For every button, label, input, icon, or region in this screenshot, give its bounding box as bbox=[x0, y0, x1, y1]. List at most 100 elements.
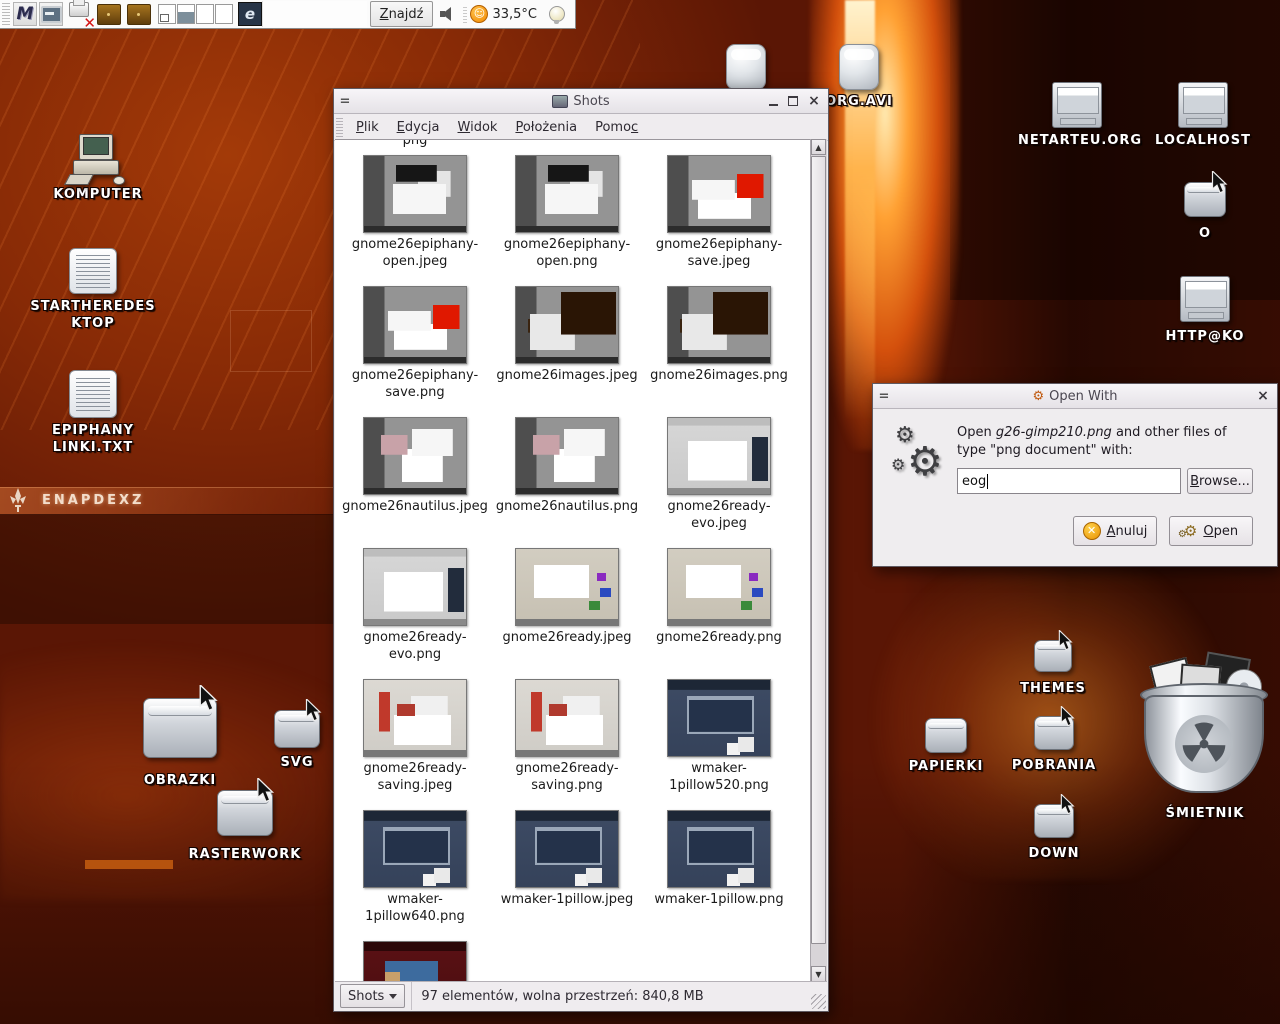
desktop-icon-epiphany-linki[interactable]: EPIPHANY LINKI.TXT bbox=[38, 370, 148, 456]
file-item[interactable]: gnome26epiphany-save.jpeg bbox=[643, 153, 795, 284]
desktop-icon-o[interactable]: O bbox=[1172, 182, 1238, 242]
file-thumbnail[interactable] bbox=[667, 155, 771, 233]
file-item[interactable]: gnome26images.png bbox=[643, 284, 795, 415]
find-button[interactable]: Znajdź bbox=[370, 1, 434, 27]
desktop-icon-rasterwork[interactable]: RASTERWORK bbox=[185, 790, 305, 863]
desktop-icon-cube-left[interactable] bbox=[726, 44, 766, 90]
desktop-icon-down[interactable]: DOWN bbox=[1012, 804, 1096, 862]
desktop-icon-papierki[interactable]: PAPIERKI bbox=[900, 718, 992, 775]
menu-polozenia[interactable]: Położenia bbox=[506, 117, 586, 138]
lightbulb-icon[interactable] bbox=[549, 6, 565, 22]
file-item[interactable]: gnome26epiphany-open.jpeg bbox=[339, 153, 491, 284]
panel-drag-handle[interactable] bbox=[2, 3, 10, 25]
weather-smiley-icon[interactable]: ☺ bbox=[470, 5, 488, 23]
drawer-applet-1[interactable] bbox=[97, 4, 121, 25]
desktop-icon-httpko[interactable]: HTTP@KO bbox=[1150, 276, 1260, 345]
desktop-icon-trash[interactable]: ŚMIETNIK bbox=[1138, 655, 1272, 822]
epiphany-launcher[interactable]: e bbox=[238, 2, 262, 26]
close-button[interactable]: × bbox=[1257, 389, 1269, 403]
desktop-icon-starthere[interactable]: STARTHEREDES KTOP bbox=[28, 248, 158, 332]
shots-window-icon bbox=[552, 95, 568, 108]
scrollbar-thumb[interactable] bbox=[811, 156, 826, 944]
file-thumbnail[interactable] bbox=[363, 810, 467, 888]
close-button[interactable]: × bbox=[808, 94, 820, 108]
app-launcher-m[interactable]: M bbox=[13, 2, 37, 26]
scroll-up-button[interactable]: ▲ bbox=[811, 139, 826, 155]
menu-pomoc[interactable]: Pomoc bbox=[586, 117, 647, 138]
file-item[interactable]: gnome26nautilus.png bbox=[491, 415, 643, 546]
desktop-icon-themes[interactable]: THEMES bbox=[1008, 640, 1098, 697]
file-thumbnail[interactable] bbox=[515, 679, 619, 757]
file-thumbnail[interactable] bbox=[515, 810, 619, 888]
window-menu-button[interactable]: = bbox=[873, 389, 895, 404]
file-thumbnail[interactable] bbox=[667, 286, 771, 364]
file-thumbnail[interactable] bbox=[515, 286, 619, 364]
browse-button[interactable]: Browse... bbox=[1187, 468, 1253, 494]
maximize-button[interactable] bbox=[788, 96, 798, 106]
file-item[interactable]: gnome26ready-saving.jpeg bbox=[339, 677, 491, 808]
location-dropdown[interactable]: Shots bbox=[340, 984, 405, 1008]
file-thumbnail[interactable] bbox=[363, 679, 467, 757]
file-thumbnail[interactable] bbox=[667, 548, 771, 626]
file-item[interactable]: wmaker-1pillow.png bbox=[643, 808, 795, 939]
file-thumbnail[interactable] bbox=[667, 417, 771, 495]
menu-edycja[interactable]: Edycja bbox=[388, 117, 449, 138]
file-thumbnail[interactable] bbox=[515, 155, 619, 233]
file-item[interactable]: gnome26nautilus.jpeg bbox=[339, 415, 491, 546]
desktop-icon-komputer[interactable]: KOMPUTER bbox=[48, 134, 148, 203]
desktop-icon-localhost[interactable]: LOCALHOST bbox=[1148, 82, 1258, 149]
file-name: gnome26ready.png bbox=[645, 629, 793, 646]
desktop-icon-obrazki[interactable]: OBRAZKI bbox=[120, 698, 240, 789]
drawer-applet-2[interactable] bbox=[127, 4, 151, 25]
desktop-icon-netart[interactable]: NETARTEU.ORG bbox=[1018, 82, 1136, 149]
file-thumbnail[interactable] bbox=[363, 417, 467, 495]
file-item[interactable]: gnome26epiphany-open.png bbox=[491, 153, 643, 284]
file-thumbnail[interactable] bbox=[363, 941, 467, 982]
minimize-button[interactable] bbox=[769, 96, 778, 106]
clipped-row-label: png bbox=[339, 140, 797, 153]
file-item[interactable]: gnome26ready.png bbox=[643, 546, 795, 677]
workspace-4[interactable] bbox=[215, 4, 233, 24]
desktop-icon-pobrania[interactable]: POBRANIA bbox=[1006, 716, 1102, 774]
file-item[interactable]: gnome26images.jpeg bbox=[491, 284, 643, 415]
menubar-grip[interactable] bbox=[336, 117, 343, 137]
file-thumbnail[interactable] bbox=[667, 679, 771, 757]
file-item[interactable]: gnome26ready.jpeg bbox=[491, 546, 643, 677]
file-item[interactable]: gnome26epiphany-save.png bbox=[339, 284, 491, 415]
terminal-launcher[interactable] bbox=[39, 2, 63, 26]
file-view[interactable]: png gnome26epiphany-open.jpeg gnome26epi… bbox=[335, 139, 827, 982]
workspace-1[interactable] bbox=[158, 4, 176, 24]
file-thumbnail[interactable] bbox=[515, 548, 619, 626]
file-thumbnail[interactable] bbox=[363, 286, 467, 364]
application-input[interactable]: eog bbox=[957, 468, 1181, 494]
printer-applet[interactable]: ✕ bbox=[66, 2, 92, 26]
file-thumbnail[interactable] bbox=[363, 155, 467, 233]
file-thumbnail[interactable] bbox=[363, 548, 467, 626]
shots-titlebar[interactable]: = Shots × bbox=[334, 89, 828, 114]
menu-widok[interactable]: Widok bbox=[449, 117, 507, 138]
file-thumbnail[interactable] bbox=[515, 417, 619, 495]
file-name: gnome26epiphany-save.png bbox=[341, 367, 489, 401]
open-button[interactable]: ⚙ Open bbox=[1169, 516, 1253, 546]
banner-label: ENAPDEXZ bbox=[42, 493, 144, 508]
desktop-icon-org-avi[interactable]: ORG.AVI bbox=[820, 44, 898, 110]
file-thumbnail[interactable] bbox=[667, 810, 771, 888]
file-item[interactable]: wmaker-1pillow.jpeg bbox=[491, 808, 643, 939]
file-item[interactable]: gnome26ready-saving.png bbox=[491, 677, 643, 808]
dialog-titlebar[interactable]: = ⚙ Open With × bbox=[873, 384, 1277, 409]
vertical-scrollbar[interactable]: ▲ ▼ bbox=[810, 139, 827, 982]
scroll-down-button[interactable]: ▼ bbox=[811, 966, 826, 982]
volume-icon[interactable] bbox=[440, 7, 456, 21]
window-menu-button[interactable]: = bbox=[334, 94, 356, 109]
file-item[interactable]: wmaker-1pillow640.png bbox=[339, 808, 491, 939]
menu-plik[interactable]: Plik bbox=[347, 117, 388, 138]
file-item[interactable]: wmaker-1pillow520.png bbox=[643, 677, 795, 808]
file-item[interactable]: gnome26ready-evo.png bbox=[339, 546, 491, 677]
file-item-partial[interactable] bbox=[339, 939, 491, 982]
file-item[interactable]: gnome26ready-evo.jpeg bbox=[643, 415, 795, 546]
cancel-button[interactable]: ✕ Anuluj bbox=[1073, 516, 1157, 546]
desktop-icon-svg[interactable]: SVG bbox=[262, 710, 332, 771]
workspace-2[interactable] bbox=[177, 4, 195, 24]
resize-grip[interactable] bbox=[811, 994, 826, 1009]
workspace-3[interactable] bbox=[196, 4, 214, 24]
